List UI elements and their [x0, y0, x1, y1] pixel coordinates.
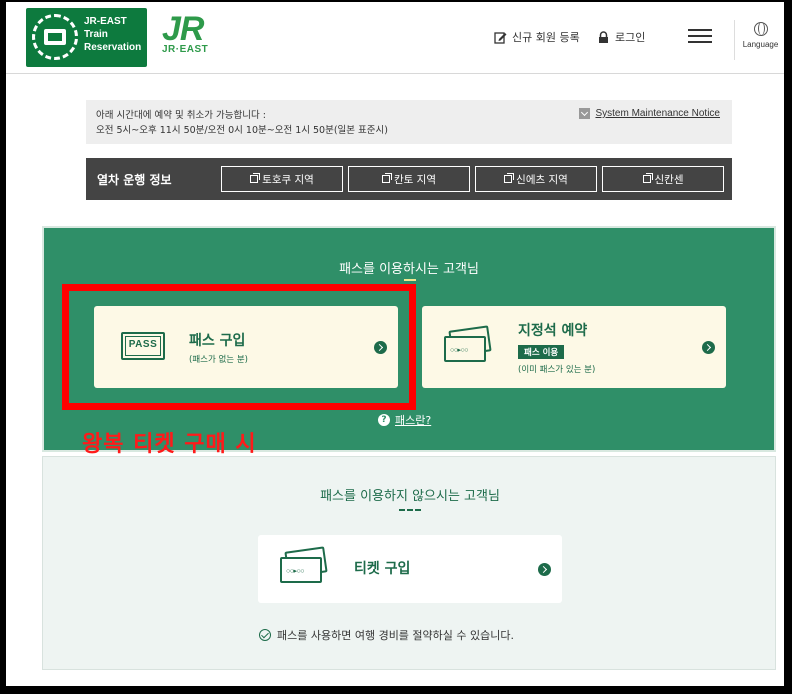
chevron-right-icon: [538, 563, 551, 576]
login-link[interactable]: 로그인: [597, 29, 645, 45]
register-label: 신규 회원 등록: [512, 31, 580, 44]
jr-mark: JR: [162, 10, 204, 48]
seat-reservation-subtitle: (이미 패스가 있는 분): [518, 365, 596, 375]
annotation-text: 왕복 티켓 구매 시: [82, 432, 257, 457]
register-link[interactable]: 신규 회원 등록: [494, 29, 580, 45]
ticket-icon-text: ○○▸○○: [450, 347, 468, 354]
train-info-title: 열차 운행 정보: [97, 172, 172, 187]
ticket-icon: ○○▸○○: [280, 546, 328, 587]
train-info-button-label: 토호쿠 지역: [262, 173, 314, 186]
seat-reservation-title: 지정석 예약: [518, 323, 588, 339]
save-money-note: 패스를 사용하면 여행 경비를 절약하실 수 있습니다.: [259, 627, 514, 643]
external-link-icon: [250, 173, 261, 183]
reservation-hours-notice: 아래 시간대에 예약 및 취소가 가능합니다 : 오전 5시~오후 11시 50…: [86, 100, 732, 144]
title-divider: [399, 509, 421, 511]
jr-sub: JR·EAST: [162, 44, 209, 55]
train-info-button-label: 신칸센: [654, 173, 684, 186]
non-pass-section-title: 패스를 이용하지 않으시는 고객님: [320, 489, 500, 504]
train-info-button-label: 칸토 지역: [394, 173, 436, 186]
save-note-text: 패스를 사용하면 여행 경비를 절약하실 수 있습니다.: [277, 629, 514, 642]
train-info-shinetsu-button[interactable]: 신에츠 지역: [475, 166, 597, 192]
pass-use-badge: 패스 이용: [518, 345, 565, 359]
login-label: 로그인: [615, 31, 646, 44]
chevron-down-icon: [579, 108, 591, 119]
header: JR-EAST Train Reservation JR JR·EAST 신규 …: [6, 2, 784, 74]
train-operation-info-bar: 열차 운행 정보 토호쿠 지역 칸토 지역 신에츠 지역 신칸센: [86, 158, 732, 200]
language-button[interactable]: Language: [734, 20, 784, 60]
logo-line2: Train: [84, 29, 108, 40]
hamburger-menu-icon[interactable]: [688, 27, 712, 45]
globe-icon: [753, 22, 768, 36]
notice-line2: 오전 5시~오후 11시 50분/오전 0시 10분~오전 1시 50분(일본 …: [96, 125, 388, 136]
edit-icon: [494, 31, 507, 44]
maintenance-label: System Maintenance Notice: [595, 108, 720, 119]
annotation-highlight-box: [62, 284, 416, 410]
external-link-icon: [382, 173, 392, 183]
train-info-shinkansen-button[interactable]: 신칸센: [602, 166, 724, 192]
pass-section-title: 패스를 이용하시는 고객님: [339, 262, 479, 277]
what-is-pass-link[interactable]: ? 패스란?: [378, 412, 431, 428]
title-divider: [404, 279, 416, 281]
chevron-right-icon: [702, 341, 715, 354]
jr-east-train-reservation-logo[interactable]: JR-EAST Train Reservation: [26, 8, 147, 67]
buy-ticket-title: 티켓 구입: [354, 561, 411, 577]
train-info-button-label: 신에츠 지역: [516, 173, 568, 186]
logo-text: JR-EAST Train Reservation: [84, 15, 141, 54]
check-circle-icon: [259, 629, 271, 641]
logo-line3: Reservation: [84, 42, 142, 53]
question-icon: ?: [378, 414, 390, 426]
train-info-tohoku-button[interactable]: 토호쿠 지역: [221, 166, 343, 192]
ticket-logo-icon: [32, 14, 78, 60]
ticket-icon-text: ○○▸○○: [286, 568, 304, 575]
train-info-kanto-button[interactable]: 칸토 지역: [348, 166, 470, 192]
external-link-icon: [642, 173, 653, 183]
jr-east-logo[interactable]: JR JR·EAST: [162, 12, 222, 60]
lock-icon: [599, 30, 608, 43]
external-link-icon: [504, 173, 515, 183]
what-is-pass-label: 패스란?: [395, 414, 432, 427]
language-label: Language: [742, 40, 779, 49]
non-pass-customer-section: 패스를 이용하지 않으시는 고객님 ○○▸○○ 티켓 구입 패스를 사용하면 여…: [42, 456, 776, 670]
buy-ticket-card[interactable]: ○○▸○○ 티켓 구입: [258, 535, 562, 603]
ticket-icon: ○○▸○○: [444, 325, 492, 366]
seat-reservation-card[interactable]: ○○▸○○ 지정석 예약 패스 이용 (이미 패스가 있는 분): [422, 306, 726, 388]
maintenance-notice-link[interactable]: System Maintenance Notice: [579, 108, 720, 119]
logo-line1: JR-EAST: [84, 16, 127, 27]
page: JR-EAST Train Reservation JR JR·EAST 신규 …: [6, 2, 784, 686]
